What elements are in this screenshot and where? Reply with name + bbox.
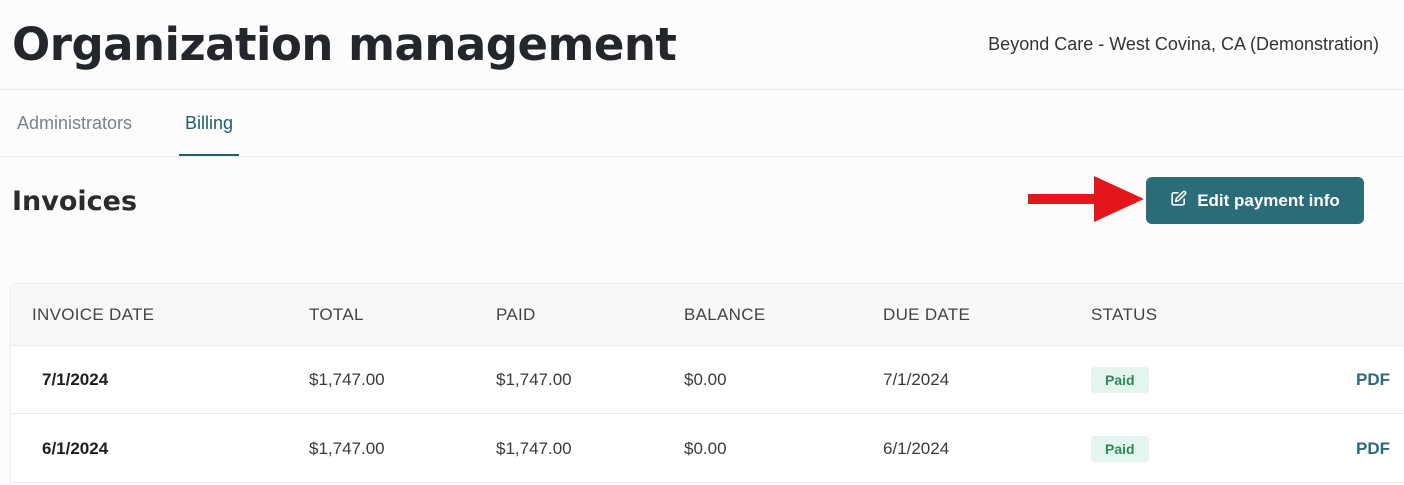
- column-header-balance: BALANCE: [684, 305, 766, 324]
- invoices-table: INVOICE DATE TOTAL PAID BALANCE DUE DATE…: [10, 283, 1404, 485]
- tab-billing[interactable]: Billing: [179, 90, 239, 157]
- column-header-invoice-date: INVOICE DATE: [32, 305, 155, 324]
- column-header-due-date: DUE DATE: [883, 305, 971, 324]
- invoice-due-date: 7/1/2024: [883, 370, 950, 389]
- invoice-due-date: 6/1/2024: [883, 439, 950, 458]
- page-header: Organization management Beyond Care - We…: [0, 0, 1404, 90]
- invoices-heading: Invoices: [12, 186, 138, 217]
- invoice-paid: $1,747.00: [496, 439, 572, 458]
- pdf-link[interactable]: PDF: [1356, 346, 1390, 414]
- organization-name: Beyond Care - West Covina, CA (Demonstra…: [988, 34, 1379, 54]
- page-title: Organization management: [12, 18, 677, 71]
- edit-icon: [1170, 190, 1187, 212]
- pdf-link[interactable]: PDF: [1356, 415, 1390, 483]
- column-header-status: STATUS: [1091, 305, 1158, 324]
- invoice-balance: $0.00: [684, 370, 727, 389]
- tab-bar: Administrators Billing: [0, 90, 1404, 157]
- invoice-balance: $0.00: [684, 439, 727, 458]
- table-header: INVOICE DATE TOTAL PAID BALANCE DUE DATE…: [11, 284, 1404, 346]
- edit-payment-info-label: Edit payment info: [1197, 190, 1340, 210]
- invoice-date: 7/1/2024: [42, 370, 109, 389]
- annotation-arrow-icon: [1028, 176, 1144, 222]
- table-row: 6/1/2024 $1,747.00 $1,747.00 $0.00 6/1/2…: [11, 415, 1404, 483]
- active-tab-indicator: [179, 154, 239, 156]
- column-header-paid: PAID: [496, 305, 536, 324]
- invoice-total: $1,747.00: [309, 370, 385, 389]
- invoice-total: $1,747.00: [309, 439, 385, 458]
- column-header-total: TOTAL: [309, 305, 364, 324]
- invoice-date: 6/1/2024: [42, 439, 109, 458]
- table-row: 7/1/2024 $1,747.00 $1,747.00 $0.00 7/1/2…: [11, 346, 1404, 414]
- edit-payment-info-button[interactable]: Edit payment info: [1146, 177, 1364, 224]
- tab-administrators[interactable]: Administrators: [17, 90, 132, 157]
- invoice-paid: $1,747.00: [496, 370, 572, 389]
- status-badge: Paid: [1091, 436, 1149, 462]
- status-badge: Paid: [1091, 367, 1149, 393]
